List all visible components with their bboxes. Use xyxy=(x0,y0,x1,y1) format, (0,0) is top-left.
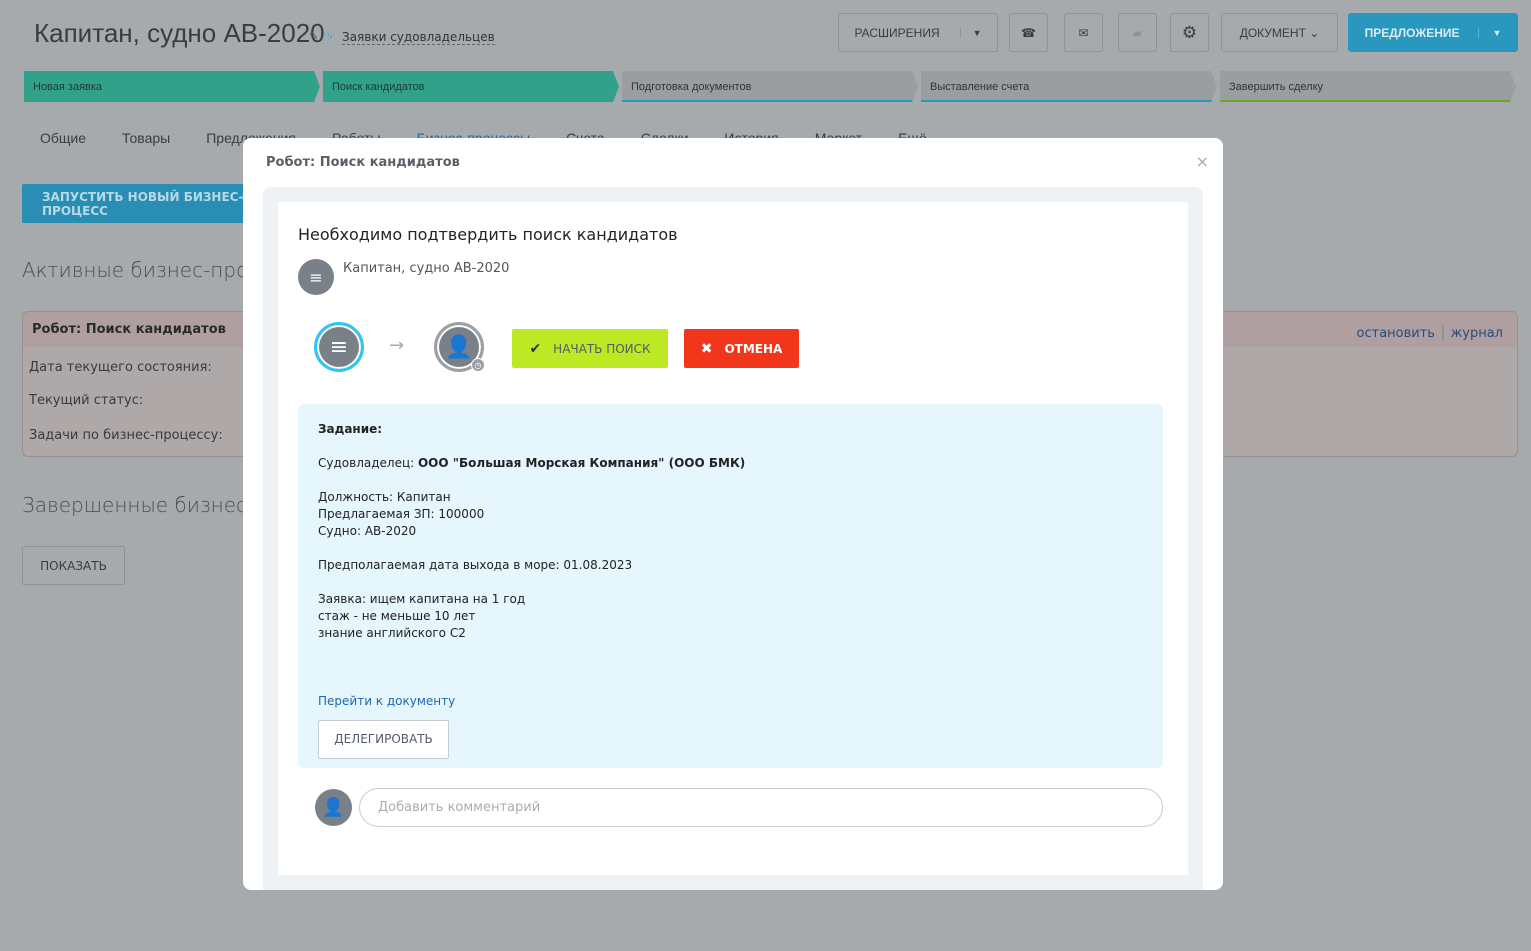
mail-icon[interactable]: ✉ xyxy=(1064,13,1103,52)
task-box: Задание: Судовладелец: ООО "Большая Морс… xyxy=(298,404,1163,768)
bp-row: Задачи по бизнес-процессу: xyxy=(29,428,223,443)
stop-link[interactable]: остановить xyxy=(1357,326,1435,341)
start-search-button[interactable]: ✔ НАЧАТЬ ПОИСК xyxy=(512,329,668,368)
document-label: ДОКУМЕНТ xyxy=(1239,25,1306,40)
clock-icon: ◷ xyxy=(471,358,485,372)
edit-icon[interactable]: ✎ 🔗 xyxy=(309,30,335,43)
start-label: НАЧАТЬ ПОИСК xyxy=(553,341,651,356)
journal-link[interactable]: журнал xyxy=(1451,326,1503,341)
entity-name: Капитан, судно АВ-2020 xyxy=(343,261,510,276)
offer-label: ПРЕДЛОЖЕНИЕ xyxy=(1364,25,1460,40)
funnel-icon: ≡ xyxy=(298,259,334,295)
dialog-title: Робот: Поиск кандидатов xyxy=(266,155,460,170)
stage-documents[interactable]: Подготовка документов xyxy=(622,71,918,102)
page-title: Капитан, судно АВ-2020 xyxy=(34,18,325,48)
owner-label: Судовладелец: xyxy=(318,456,418,470)
owner-value: ООО "Большая Морская Компания" (ООО БМК) xyxy=(417,456,746,470)
robot-funnel-icon: ≡ xyxy=(314,322,364,372)
document-link[interactable]: Перейти к документу xyxy=(318,694,455,708)
chevron-down-icon[interactable]: ▼ xyxy=(1477,27,1501,38)
offer-button[interactable]: ПРЕДЛОЖЕНИЕ ▼ xyxy=(1348,13,1518,52)
phone-icon[interactable]: ☎ xyxy=(1009,13,1048,52)
check-icon: ✔ xyxy=(529,340,542,357)
show-button[interactable]: ПОКАЗАТЬ xyxy=(22,546,125,585)
extensions-button[interactable]: РАСШИРЕНИЯ ▼ xyxy=(838,13,998,52)
gear-icon[interactable]: ⚙ xyxy=(1170,13,1209,52)
run-bp-button[interactable]: ЗАПУСТИТЬ НОВЫЙ БИЗНЕС-ПРОЦЕСС xyxy=(22,184,252,223)
task-label: Задание: xyxy=(318,422,383,436)
user-avatar-icon: 👤 xyxy=(315,789,352,826)
requirement: стаж - не меньше 10 лет xyxy=(318,609,476,623)
stage-new[interactable]: Новая заявка xyxy=(24,71,320,102)
chevron-down-icon[interactable]: ▼ xyxy=(959,27,982,38)
requirement: знание английского С2 xyxy=(318,626,466,640)
cross-icon: ✖ xyxy=(700,340,713,357)
tab-general[interactable]: Общие xyxy=(40,130,86,146)
comment-input[interactable]: Добавить комментарий xyxy=(359,788,1163,827)
arrow-right-icon: → xyxy=(389,335,405,356)
stage-search[interactable]: Поиск кандидатов xyxy=(323,71,619,102)
extensions-label: РАСШИРЕНИЯ xyxy=(854,25,940,40)
bp-row: Дата текущего состояния: xyxy=(29,360,212,375)
ship: Судно: АВ-2020 xyxy=(318,524,417,538)
stage-finish[interactable]: Завершить сделку xyxy=(1220,71,1516,102)
tab-products[interactable]: Товары xyxy=(122,130,170,146)
bp-row: Текущий статус: xyxy=(29,393,144,408)
robot-dialog: Робот: Поиск кандидатов × Необходимо под… xyxy=(243,138,1223,890)
dialog-content: Необходимо подтвердить поиск кандидатов … xyxy=(278,202,1188,875)
cancel-label: ОТМЕНА xyxy=(724,341,783,356)
cancel-button[interactable]: ✖ ОТМЕНА xyxy=(684,329,799,368)
category-select[interactable]: Заявки судовладельцев xyxy=(342,30,495,45)
stage-invoice[interactable]: Выставление счета xyxy=(921,71,1217,102)
departure-date: Предполагаемая дата выхода в море: 01.08… xyxy=(318,558,633,572)
chat-icon[interactable]: ▰ xyxy=(1118,13,1157,52)
close-icon[interactable]: × xyxy=(1196,152,1209,171)
dialog-frame: Необходимо подтвердить поиск кандидатов … xyxy=(263,187,1203,890)
requirement: Заявка: ищем капитана на 1 год xyxy=(318,592,526,606)
position: Должность: Капитан xyxy=(318,490,451,504)
salary: Предлагаемая ЗП: 100000 xyxy=(318,507,485,521)
task-heading: Необходимо подтвердить поиск кандидатов xyxy=(298,225,678,244)
delegate-button[interactable]: ДЕЛЕГИРОВАТЬ xyxy=(318,720,449,759)
document-button[interactable]: ДОКУМЕНТ ⌄ xyxy=(1221,13,1338,52)
